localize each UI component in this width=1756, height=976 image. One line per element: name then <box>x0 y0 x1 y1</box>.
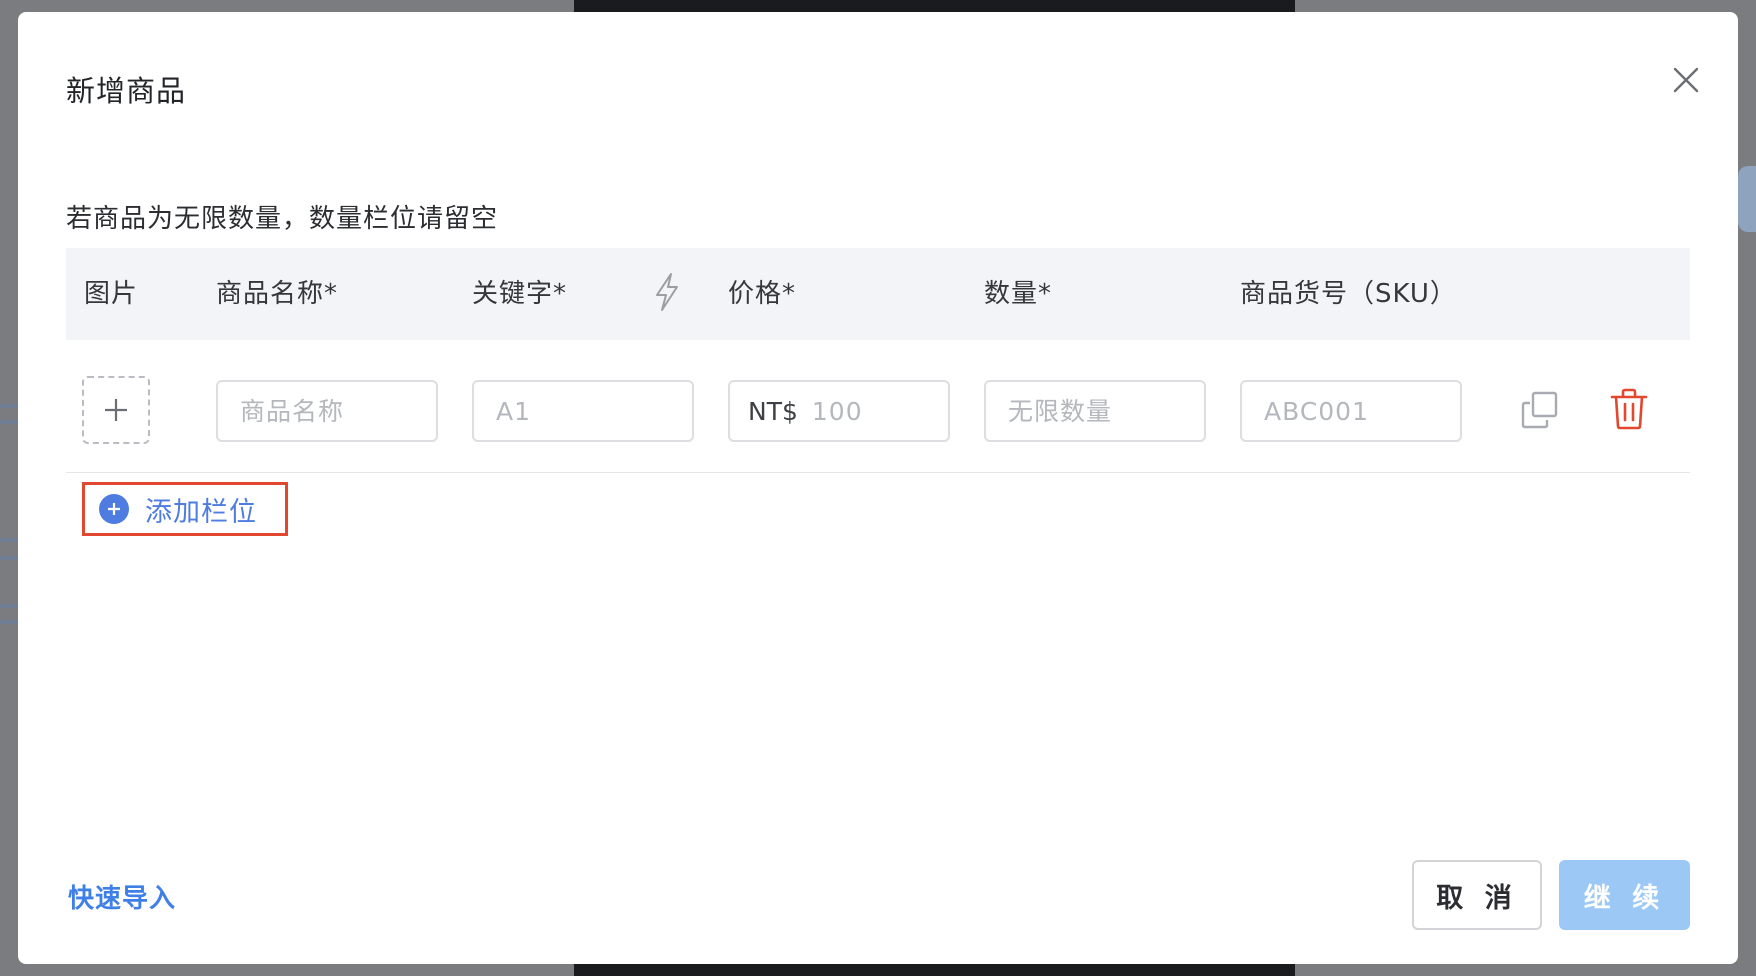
image-upload-button[interactable] <box>82 376 150 444</box>
delete-row-button[interactable] <box>1610 388 1648 430</box>
product-name-field[interactable] <box>216 380 438 442</box>
close-icon <box>1673 67 1699 93</box>
plus-circle-icon <box>99 494 129 524</box>
background-line <box>0 556 20 560</box>
background-avatar <box>1738 166 1756 232</box>
quantity-field[interactable] <box>984 380 1206 442</box>
background-line <box>0 404 20 408</box>
column-image: 图片 <box>84 279 139 309</box>
close-button[interactable] <box>1672 66 1700 94</box>
column-keyword: 关键字* <box>472 279 568 309</box>
sku-input[interactable] <box>1264 396 1460 426</box>
background-line <box>0 538 20 542</box>
background-line <box>0 420 20 424</box>
column-sku: 商品货号（SKU） <box>1240 279 1457 309</box>
plus-icon <box>105 399 127 421</box>
continue-button[interactable]: 继 续 <box>1559 860 1690 930</box>
sku-field[interactable] <box>1240 380 1462 442</box>
column-price: 价格* <box>728 279 797 309</box>
add-row-button[interactable]: 添加栏位 <box>82 482 288 536</box>
background-panel-bottom <box>574 962 1295 976</box>
add-row-label: 添加栏位 <box>145 496 257 528</box>
product-name-input[interactable] <box>240 396 436 426</box>
table-header: 图片 商品名称* 关键字* 价格* 数量* 商品货号（SKU） <box>66 248 1690 340</box>
add-product-dialog: 新增商品 若商品为无限数量，数量栏位请留空 图片 商品名称* 关键字* 价格* … <box>18 12 1738 964</box>
price-field[interactable]: NT$ <box>728 380 950 442</box>
table-row: NT$ <box>66 340 1690 472</box>
quick-import-link[interactable]: 快速导入 <box>68 878 176 915</box>
price-input[interactable] <box>811 396 948 426</box>
column-quantity: 数量* <box>984 279 1053 309</box>
trash-icon <box>1610 388 1648 430</box>
currency-prefix: NT$ <box>748 396 798 426</box>
background-line <box>0 620 20 624</box>
lightning-icon[interactable] <box>652 272 682 312</box>
copy-icon <box>1521 391 1558 429</box>
cancel-button[interactable]: 取 消 <box>1412 860 1542 930</box>
keyword-input[interactable] <box>496 396 692 426</box>
quantity-input[interactable] <box>1008 396 1204 426</box>
quantity-hint: 若商品为无限数量，数量栏位请留空 <box>66 204 499 234</box>
row-divider <box>66 472 1690 473</box>
keyword-field[interactable] <box>472 380 694 442</box>
dialog-title: 新增商品 <box>66 74 187 108</box>
column-name: 商品名称* <box>216 279 339 309</box>
background-line <box>0 604 20 608</box>
duplicate-row-button[interactable] <box>1520 390 1560 430</box>
